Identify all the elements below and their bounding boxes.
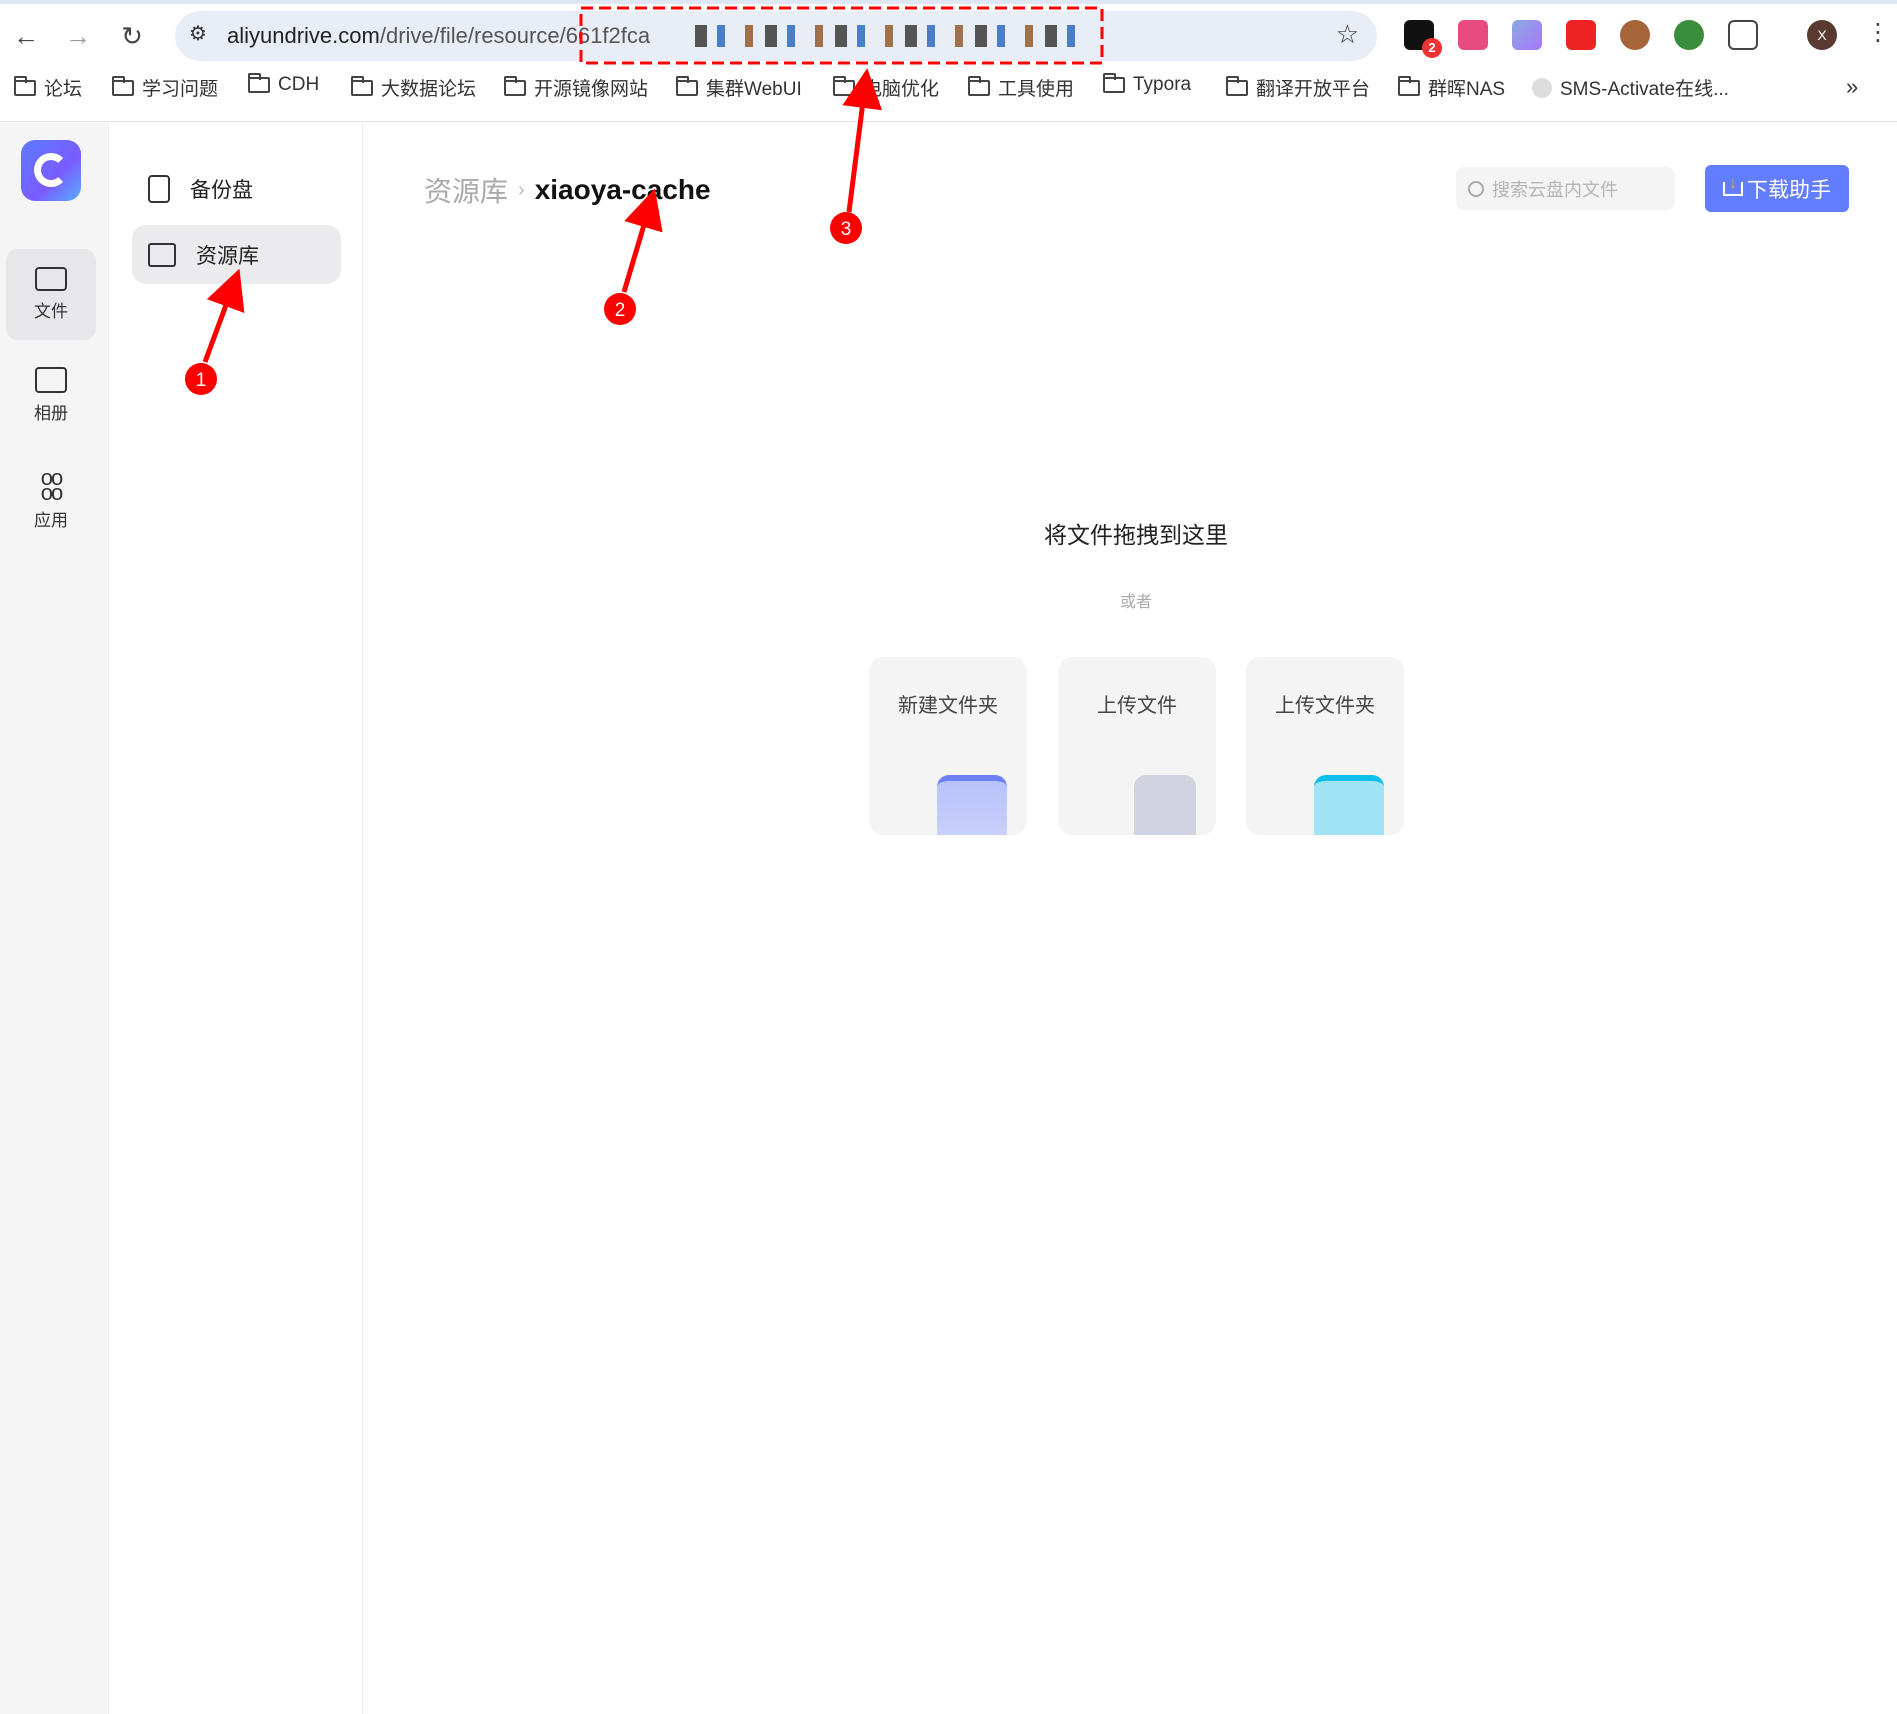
bookmark-folder[interactable]: 群晖NAS: [1398, 74, 1505, 101]
address-bar[interactable]: ⚙ aliyundrive.com/drive/file/resource/66…: [175, 11, 1377, 61]
more-bookmarks-button[interactable]: »: [1846, 74, 1858, 100]
download-assistant-label: 下载助手: [1747, 178, 1831, 202]
apps-grid-icon: oo oo: [40, 465, 63, 505]
folder-icon: [504, 75, 526, 96]
aliyundrive-logo[interactable]: [21, 140, 81, 201]
folder-icon: [1226, 75, 1248, 96]
app-rail: 文件 相册 oo oo 应用: [0, 123, 109, 1714]
card-label: 上传文件: [1097, 695, 1177, 717]
sidebar-item-label: 备份盘: [190, 178, 253, 202]
breadcrumb-separator: ›: [518, 178, 525, 201]
annotation-label: 3: [841, 219, 852, 240]
breadcrumb-root[interactable]: 资源库: [424, 170, 508, 210]
rail-item-label: 相册: [34, 404, 68, 423]
annotation-arrow: [621, 188, 663, 293]
card-label: 上传文件夹: [1275, 695, 1375, 717]
cookie-extension-icon[interactable]: [1620, 20, 1650, 50]
upload-folder-icon: [1314, 775, 1384, 835]
new-folder-icon: [937, 775, 1007, 835]
annotation-marker: [604, 293, 636, 325]
url-text: aliyundrive.com/drive/file/resource/661f…: [227, 23, 650, 49]
folder-icon: [968, 75, 990, 96]
bookmark-folder[interactable]: CDH: [248, 73, 319, 96]
browser-menu-icon[interactable]: ⋮: [1866, 18, 1890, 47]
site-info-icon[interactable]: ⚙: [189, 21, 207, 46]
sidebar-item-label: 资源库: [196, 244, 259, 268]
folder-icon: [35, 267, 67, 291]
bookmark-folder[interactable]: 集群WebUI: [676, 74, 802, 101]
drop-zone-or: 或者: [1119, 594, 1152, 611]
folder-icon: [112, 75, 134, 96]
upload-file-card[interactable]: 上传文件: [1058, 657, 1216, 835]
new-folder-card[interactable]: 新建文件夹: [869, 657, 1027, 835]
rail-item-files[interactable]: 文件: [6, 249, 96, 340]
breadcrumb-current: xiaoya-cache: [534, 174, 711, 205]
shared-folder-icon: [148, 242, 176, 267]
bookmark-folder[interactable]: 电脑优化: [833, 74, 939, 101]
extensions-puzzle-icon[interactable]: [1728, 20, 1758, 50]
folder-icon: [833, 75, 855, 96]
search-icon: [1468, 180, 1484, 197]
extension-icon[interactable]: [1674, 20, 1704, 50]
browser-chrome: ← → ↻ ⚙ aliyundrive.com/drive/file/resou…: [0, 0, 1897, 122]
folder-icon: [1103, 73, 1125, 93]
annotation-label: 2: [615, 300, 626, 321]
card-label: 新建文件夹: [898, 695, 998, 717]
bookmark-folder[interactable]: 工具使用: [968, 74, 1074, 101]
bookmark-folder[interactable]: 论坛: [14, 74, 82, 101]
folder-icon: [14, 75, 36, 96]
rail-item-label: 应用: [34, 511, 68, 530]
reload-button[interactable]: ↻: [114, 18, 150, 54]
search-placeholder: 搜索云盘内文件: [1492, 179, 1618, 200]
extension-icon[interactable]: [1512, 20, 1542, 50]
url-path: /drive/file/resource/661f2fca: [379, 23, 651, 48]
drive-sidebar: 备份盘 资源库: [110, 123, 363, 1714]
bookmark-folder[interactable]: 开源镜像网站: [504, 74, 648, 101]
folder-icon: [1398, 75, 1420, 96]
bookmark-folder[interactable]: 学习问题: [112, 74, 218, 101]
search-input[interactable]: 搜索云盘内文件: [1456, 167, 1675, 210]
sidebar-item-resource-library[interactable]: 资源库: [132, 225, 341, 284]
redacted-url-segment: [695, 25, 1075, 47]
folder-icon: [676, 75, 698, 96]
profile-avatar[interactable]: X: [1807, 20, 1837, 50]
download-assistant-button[interactable]: ↓ 下载助手: [1705, 165, 1849, 212]
download-icon: ↓: [1723, 175, 1743, 196]
translate-extension-icon[interactable]: [1458, 20, 1488, 50]
extension-icon[interactable]: [1566, 20, 1596, 50]
bookmark-folder[interactable]: 翻译开放平台: [1226, 74, 1370, 101]
backup-drive-icon: [148, 174, 170, 203]
upload-folder-card[interactable]: 上传文件夹: [1246, 657, 1404, 835]
site-favicon-icon: [1532, 77, 1552, 98]
bookmark-star-icon[interactable]: ☆: [1336, 19, 1359, 50]
url-host: aliyundrive.com: [227, 23, 380, 48]
drop-zone-title: 将文件拖拽到这里: [1044, 522, 1228, 548]
folder-icon: [248, 73, 270, 93]
folder-icon: [351, 75, 373, 96]
annotation-marker: [830, 212, 862, 244]
bookmark-link[interactable]: SMS-Activate在线...: [1532, 74, 1729, 101]
extension-icon[interactable]: 2: [1404, 20, 1442, 58]
photo-album-icon: [35, 367, 67, 393]
forward-button[interactable]: →: [60, 18, 96, 54]
rail-item-label: 文件: [34, 302, 68, 321]
bookmarks-bar: 论坛 学习问题 CDH 大数据论坛 开源镜像网站 集群WebUI 电脑优化 工具…: [0, 73, 1897, 110]
bookmark-folder[interactable]: Typora: [1103, 73, 1191, 96]
back-button[interactable]: ←: [8, 18, 44, 54]
sidebar-item-backup-drive[interactable]: 备份盘: [132, 159, 341, 218]
bookmark-folder[interactable]: 大数据论坛: [351, 74, 476, 101]
rail-item-apps[interactable]: oo oo 应用: [6, 456, 96, 547]
rail-item-photos[interactable]: 相册: [6, 353, 96, 444]
breadcrumb: 资源库 › xiaoya-cache: [424, 170, 711, 210]
upload-file-icon: [1134, 775, 1196, 835]
tab-strip: [0, 0, 1897, 4]
